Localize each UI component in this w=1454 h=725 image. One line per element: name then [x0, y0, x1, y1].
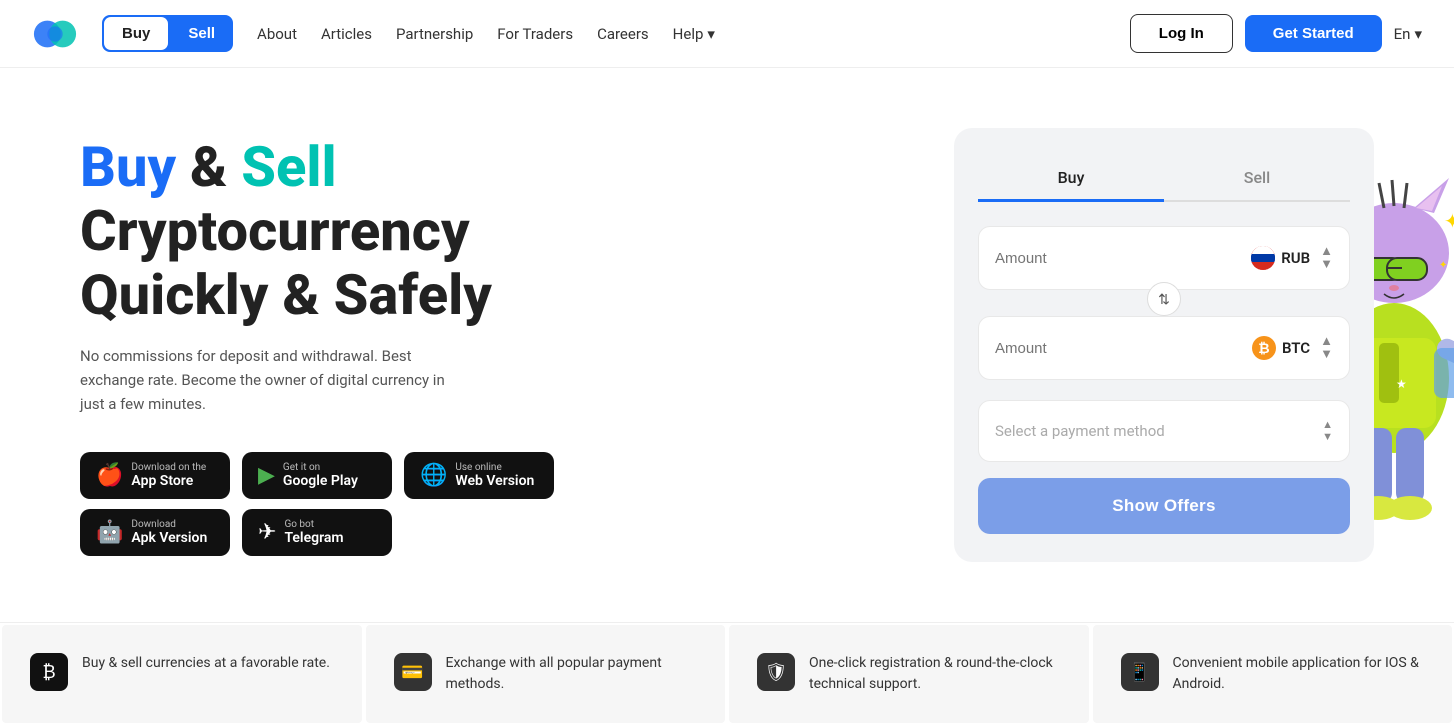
- show-offers-button[interactable]: Show Offers: [978, 478, 1350, 534]
- nav-sell-button[interactable]: Sell: [170, 15, 233, 52]
- swap-area: ⇅: [978, 298, 1350, 314]
- swap-button[interactable]: ⇅: [1147, 282, 1181, 316]
- login-button[interactable]: Log In: [1130, 14, 1233, 53]
- feature-icon-buy-sell: ₿: [30, 653, 68, 691]
- nav-buy-button[interactable]: Buy: [104, 17, 168, 50]
- telegram-button[interactable]: ✈ Go bot Telegram: [242, 509, 392, 556]
- features-section: ₿ Buy & sell currencies at a favorable r…: [0, 622, 1454, 725]
- rub-code: RUB: [1281, 249, 1310, 267]
- title-line3: Quickly & Safely: [80, 262, 492, 328]
- google-play-icon: ▶: [258, 463, 275, 488]
- fiat-amount-input[interactable]: [995, 250, 1155, 267]
- nav-careers[interactable]: Careers: [597, 25, 649, 43]
- feature-mobile: 📱 Convenient mobile application for IOS …: [1093, 625, 1453, 723]
- feature-buy-sell: ₿ Buy & sell currencies at a favorable r…: [2, 625, 362, 723]
- payment-arrows-icon: ▲ ▼: [1322, 419, 1333, 443]
- fiat-amount-group: RUB ▲▼: [978, 226, 1350, 290]
- language-selector[interactable]: En ▾: [1394, 25, 1422, 43]
- btc-code: BTC: [1282, 339, 1310, 357]
- svg-text:✦: ✦: [1444, 209, 1454, 233]
- chevron-down-icon: ▾: [707, 25, 715, 43]
- nav-links: About Articles Partnership For Traders C…: [257, 25, 715, 43]
- logo-icon: [32, 18, 78, 50]
- trading-widget: Buy Sell: [954, 128, 1374, 562]
- btc-flag: ₿: [1252, 336, 1276, 360]
- chevron-down-icon: ▾: [1414, 25, 1422, 43]
- btc-arrows: ▲▼: [1320, 335, 1333, 361]
- feature-icon-payment: 💳: [394, 653, 432, 691]
- title-line2: Cryptocurrency: [80, 198, 470, 264]
- android-icon: 🤖: [96, 520, 123, 545]
- feature-text-mobile: Convenient mobile application for IOS & …: [1173, 653, 1425, 695]
- title-sell: Sell: [241, 134, 336, 200]
- nav-partnership[interactable]: Partnership: [396, 25, 473, 43]
- get-started-button[interactable]: Get Started: [1245, 15, 1382, 52]
- fiat-amount-box: RUB ▲▼: [978, 226, 1350, 290]
- app-store-button[interactable]: 🍎 Download on the App Store: [80, 452, 230, 499]
- widget-tabs: Buy Sell: [978, 156, 1350, 202]
- svg-text:✦: ✦: [1439, 260, 1447, 271]
- nav-about[interactable]: About: [257, 25, 297, 43]
- tab-buy[interactable]: Buy: [978, 156, 1164, 202]
- app-buttons-row-1: 🍎 Download on the App Store ▶ Get it on …: [80, 452, 554, 499]
- feature-support: 🛡 One-click registration & round-the-clo…: [729, 625, 1089, 723]
- feature-payment: 💳 Exchange with all popular payment meth…: [366, 625, 726, 723]
- title-buy: Buy: [80, 134, 176, 200]
- hero-title: Buy & Sell Cryptocurrency Quickly & Safe…: [80, 135, 554, 328]
- feature-text-buy-sell: Buy & sell currencies at a favorable rat…: [82, 653, 330, 674]
- navigation: Buy Sell About Articles Partnership For …: [0, 0, 1454, 68]
- nav-left: Buy Sell About Articles Partnership For …: [32, 15, 715, 52]
- title-and: &: [176, 134, 241, 200]
- feature-icon-support: 🛡: [757, 653, 795, 691]
- apple-icon: 🍎: [96, 463, 123, 488]
- nav-right: Log In Get Started En ▾: [1130, 14, 1422, 53]
- feature-icon-mobile: 📱: [1121, 653, 1159, 691]
- google-play-button[interactable]: ▶ Get it on Google Play: [242, 452, 392, 499]
- nav-articles[interactable]: Articles: [321, 25, 372, 43]
- buy-sell-toggle[interactable]: Buy Sell: [102, 15, 233, 52]
- nav-for-traders[interactable]: For Traders: [497, 25, 573, 43]
- app-buttons-row-2: 🤖 Download Apk Version ✈ Go bot Telegram: [80, 509, 392, 556]
- rub-flag: [1251, 246, 1275, 270]
- swap-icon: ⇅: [1158, 291, 1170, 308]
- rub-arrows: ▲▼: [1320, 245, 1333, 271]
- payment-method-selector[interactable]: Select a payment method ▲ ▼: [978, 400, 1350, 462]
- feature-text-support: One-click registration & round-the-clock…: [809, 653, 1061, 695]
- tab-sell[interactable]: Sell: [1164, 156, 1350, 202]
- rub-currency-selector[interactable]: RUB ▲▼: [1251, 245, 1333, 271]
- crypto-amount-box: ₿ BTC ▲▼: [978, 316, 1350, 380]
- crypto-amount-input[interactable]: [995, 340, 1155, 357]
- hero-section: Buy & Sell Cryptocurrency Quickly & Safe…: [0, 68, 1454, 602]
- web-version-button[interactable]: 🌐 Use online Web Version: [404, 452, 554, 499]
- btc-currency-selector[interactable]: ₿ BTC ▲▼: [1252, 335, 1333, 361]
- hero-left: Buy & Sell Cryptocurrency Quickly & Safe…: [80, 135, 554, 556]
- web-icon: 🌐: [420, 463, 447, 488]
- svg-text:★: ★: [1396, 377, 1407, 391]
- feature-text-payment: Exchange with all popular payment method…: [446, 653, 698, 695]
- logo: [32, 18, 78, 50]
- apk-version-button[interactable]: 🤖 Download Apk Version: [80, 509, 230, 556]
- crypto-amount-group: ₿ BTC ▲▼: [978, 316, 1350, 380]
- hero-subtitle: No commissions for deposit and withdrawa…: [80, 344, 460, 416]
- nav-help[interactable]: Help ▾: [673, 25, 715, 43]
- payment-placeholder: Select a payment method: [995, 422, 1165, 440]
- telegram-icon: ✈: [258, 520, 276, 545]
- app-buttons: 🍎 Download on the App Store ▶ Get it on …: [80, 452, 554, 556]
- hero-right: X ★ ✦ ✦ ✦ Buy Sell: [954, 128, 1374, 562]
